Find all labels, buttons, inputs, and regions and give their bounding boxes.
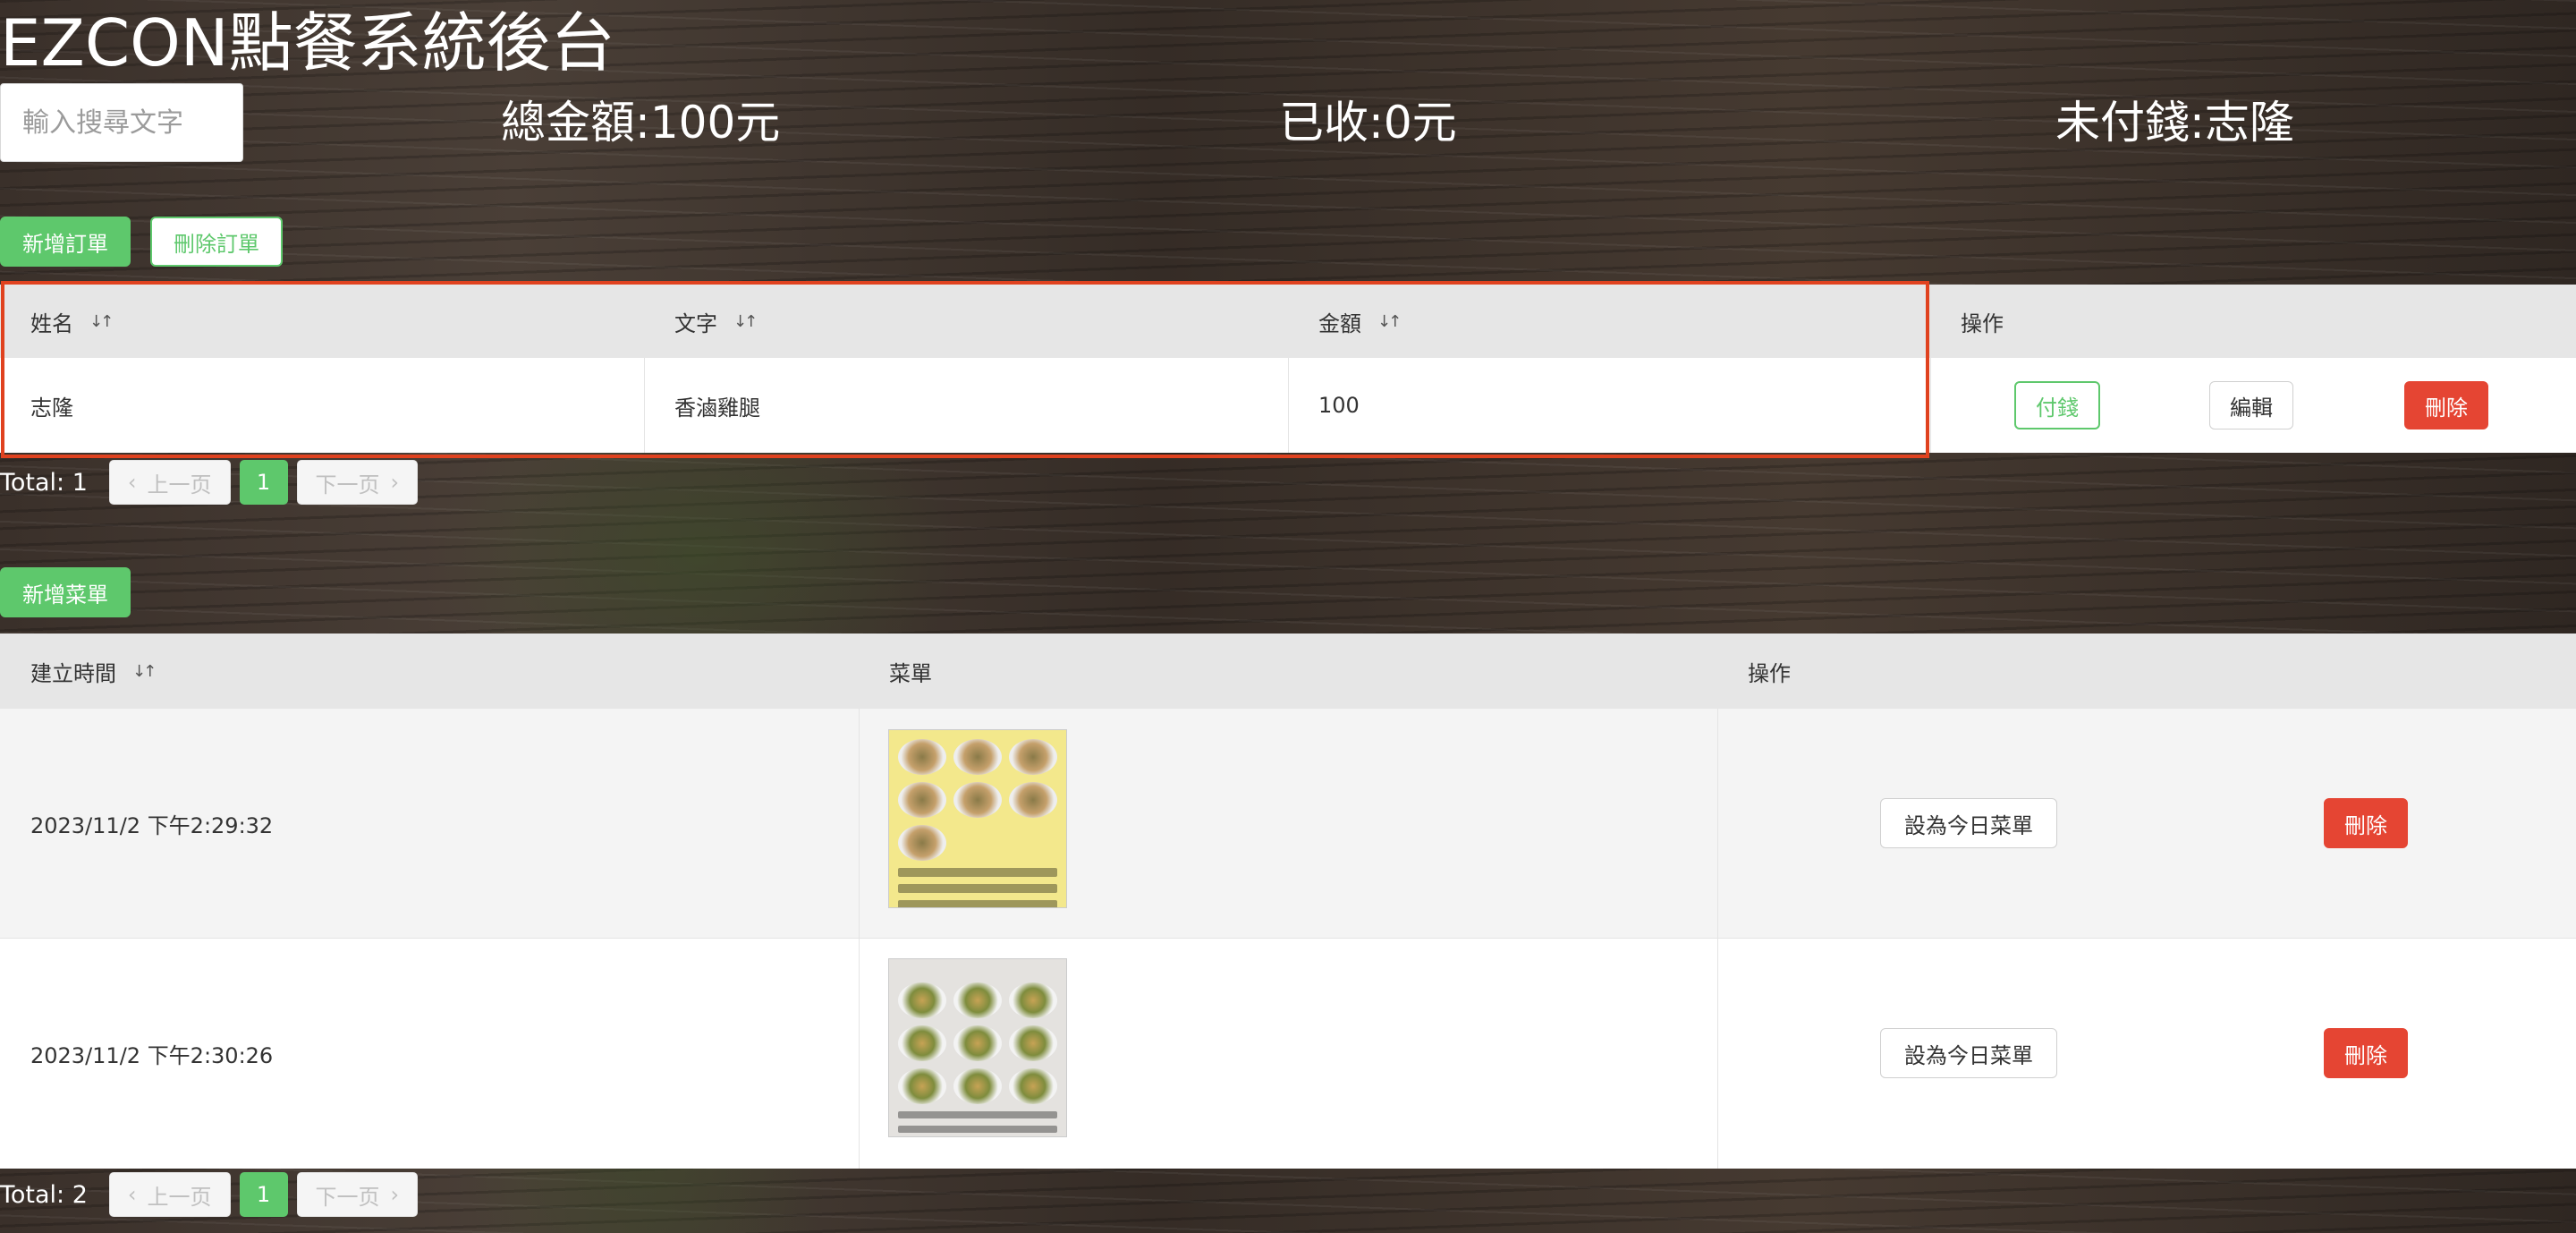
column-header-amount[interactable]: 金額 ↓↑ bbox=[1318, 285, 1402, 358]
menu-image[interactable] bbox=[888, 729, 1067, 908]
page-number-button[interactable]: 1 bbox=[239, 460, 288, 505]
menu-created-cell: 2023/11/2 下午2:30:26 bbox=[30, 1042, 274, 1068]
sort-icon[interactable]: ↓↑ bbox=[89, 312, 114, 331]
menu-image[interactable] bbox=[888, 958, 1067, 1137]
column-divider bbox=[1930, 285, 1931, 453]
column-header-actions: 操作 bbox=[1961, 310, 2004, 336]
chevron-right-icon: › bbox=[390, 1182, 400, 1207]
column-header-name-label: 姓名 bbox=[30, 310, 73, 336]
column-header-text-label: 文字 bbox=[674, 310, 717, 336]
column-header-menu: 菜單 bbox=[889, 660, 932, 686]
next-page-button[interactable]: 下一页 › bbox=[296, 1172, 419, 1217]
menus-total-label: Total: 2 bbox=[0, 1180, 88, 1209]
prev-page-label: 上一页 bbox=[147, 1184, 212, 1210]
set-today-menu-button[interactable]: 設為今日菜單 bbox=[1880, 1028, 2057, 1078]
sort-icon[interactable]: ↓↑ bbox=[132, 662, 157, 681]
add-order-button[interactable]: 新增訂單 bbox=[0, 217, 131, 267]
delete-button[interactable]: 刪除 bbox=[2324, 798, 2408, 848]
column-header-created[interactable]: 建立時間 ↓↑ bbox=[30, 634, 157, 709]
order-text-cell: 香滷雞腿 bbox=[674, 395, 760, 421]
next-page-button[interactable]: 下一页 › bbox=[296, 460, 419, 505]
order-name-cell: 志隆 bbox=[30, 395, 73, 421]
order-amount-cell: 100 bbox=[1318, 393, 1360, 418]
app-title: EZCON點餐系統後台 bbox=[0, 5, 615, 81]
menus-table: 建立時間 ↓↑ 菜單 操作 2023/11/2 下午2:29:32 設為今日菜單… bbox=[0, 634, 2576, 1169]
column-divider bbox=[1717, 709, 1718, 1169]
menu-created-cell: 2023/11/2 下午2:29:32 bbox=[30, 812, 274, 838]
search-input[interactable] bbox=[0, 83, 243, 162]
set-today-menu-button[interactable]: 設為今日菜單 bbox=[1880, 798, 2057, 848]
row-divider bbox=[0, 938, 2576, 939]
chevron-left-icon: ‹ bbox=[127, 1182, 137, 1207]
menus-pagination: Total: 2 ‹ 上一页 1 下一页 › bbox=[0, 1172, 419, 1217]
sort-icon[interactable]: ↓↑ bbox=[733, 312, 758, 331]
received-stat: 已收:0元 bbox=[1279, 97, 1457, 149]
prev-page-button[interactable]: ‹ 上一页 bbox=[108, 460, 231, 505]
delete-order-button[interactable]: 刪除訂單 bbox=[150, 217, 283, 267]
column-header-actions: 操作 bbox=[1748, 660, 1791, 686]
orders-total-label: Total: 1 bbox=[0, 468, 88, 497]
table-row bbox=[0, 709, 2576, 938]
orders-table: 姓名 ↓↑ 文字 ↓↑ 金額 ↓↑ 操作 志隆 香滷雞腿 100 付錢 編輯 刪… bbox=[0, 285, 2576, 453]
chevron-right-icon: › bbox=[390, 470, 400, 495]
add-menu-button[interactable]: 新增菜單 bbox=[0, 567, 131, 617]
orders-pagination: Total: 1 ‹ 上一页 1 下一页 › bbox=[0, 460, 419, 505]
column-divider bbox=[1288, 358, 1289, 453]
page-number-button[interactable]: 1 bbox=[239, 1172, 288, 1217]
column-header-text[interactable]: 文字 ↓↑ bbox=[674, 285, 758, 358]
menus-table-header bbox=[0, 634, 2576, 709]
chevron-left-icon: ‹ bbox=[127, 470, 137, 495]
edit-button[interactable]: 編輯 bbox=[2209, 381, 2293, 429]
next-page-label: 下一页 bbox=[315, 472, 380, 497]
prev-page-label: 上一页 bbox=[147, 472, 212, 497]
column-header-created-label: 建立時間 bbox=[30, 660, 116, 686]
column-divider bbox=[644, 358, 645, 453]
delete-button[interactable]: 刪除 bbox=[2404, 381, 2488, 429]
column-header-name[interactable]: 姓名 ↓↑ bbox=[30, 285, 114, 358]
delete-button[interactable]: 刪除 bbox=[2324, 1028, 2408, 1078]
column-divider bbox=[859, 709, 860, 1169]
orders-table-header bbox=[0, 285, 2576, 358]
sort-icon[interactable]: ↓↑ bbox=[1377, 312, 1402, 331]
unpaid-stat: 未付錢:志隆 bbox=[2055, 97, 2294, 149]
prev-page-button[interactable]: ‹ 上一页 bbox=[108, 1172, 231, 1217]
total-amount-stat: 總金額:100元 bbox=[501, 97, 781, 149]
next-page-label: 下一页 bbox=[315, 1184, 380, 1210]
column-header-amount-label: 金額 bbox=[1318, 310, 1361, 336]
pay-button[interactable]: 付錢 bbox=[2014, 381, 2100, 429]
